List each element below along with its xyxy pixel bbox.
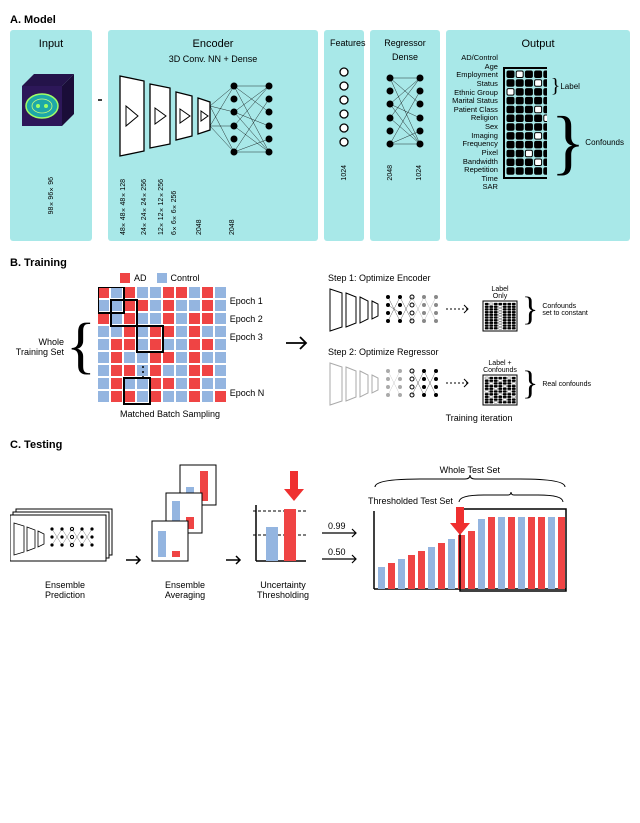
training-grid-svg — [98, 287, 228, 407]
epoch-3: Epoch 3 — [230, 332, 265, 342]
features-panel: Features 1024 — [324, 30, 364, 241]
const-label: Confounds set to constant — [542, 303, 588, 317]
dim-r1: 2048 — [387, 165, 394, 181]
dim-c4: 6×6×6×256 — [171, 179, 178, 235]
out-2: Employment Status — [452, 71, 498, 88]
step2-net — [328, 357, 478, 411]
arrow-icon — [98, 30, 102, 170]
dim-feat: 1024 — [341, 165, 348, 181]
section-c-label: C. Testing — [10, 439, 630, 451]
features-svg — [330, 52, 358, 162]
features-title: Features — [330, 38, 358, 48]
output-list: AD/Control Age Employment Status Ethnic … — [452, 54, 498, 192]
arrow-icon — [226, 480, 244, 600]
regressor-panel: Regressor Dense 2048 1024 — [370, 30, 440, 241]
uncertainty-caption: Uncertainty Thresholding — [250, 580, 316, 600]
encoder-title: Encoder — [114, 38, 312, 50]
brace-top — [370, 475, 570, 489]
brace-inner — [456, 492, 566, 504]
panel-a-row: Input 98×96×96 Encoder 3D Conv. NN + Den… — [10, 30, 630, 241]
out-8: Imaging Frequency — [452, 132, 498, 149]
avg-bars — [150, 455, 220, 575]
arrow-icon — [126, 480, 144, 600]
label-text: Label — [560, 82, 580, 91]
iter-caption: Training iteration — [328, 413, 630, 423]
mini-out-1 — [482, 300, 518, 332]
encoder-panel: Encoder 3D Conv. NN + Dense — [108, 30, 318, 241]
whole-test: Whole Test Set — [368, 465, 572, 475]
threshold-plot — [250, 455, 316, 575]
mini-out-2 — [482, 374, 518, 406]
th-low: 0.50 — [328, 547, 346, 557]
epoch-1: Epoch 1 — [230, 296, 265, 306]
legend-ad: AD — [134, 273, 147, 283]
input-cube — [16, 54, 86, 174]
thresh-test: Thresholded Test Set — [368, 496, 453, 506]
real-conf: Real confounds — [542, 381, 591, 388]
output-grid-svg — [503, 67, 547, 179]
regressor-svg — [376, 64, 434, 162]
step2-label: Step 2: Optimize Regressor — [328, 347, 630, 357]
regressor-sub: Dense — [376, 52, 434, 62]
regressor-title: Regressor — [376, 38, 434, 48]
out-9: Pixel Bandwidth — [452, 149, 498, 166]
dim-c3: 12×12×12×256 — [158, 179, 165, 235]
th-high: 0.99 — [328, 521, 346, 531]
encoder-sub: 3D Conv. NN + Dense — [114, 54, 312, 64]
dim-c1: 48×48×48×128 — [120, 179, 127, 235]
dim-d2: 2048 — [229, 179, 236, 235]
dim-c2: 24×24×24×256 — [141, 179, 148, 235]
panel-b: AD Control Whole Training Set { Epoch 1 — [10, 273, 630, 423]
dim-r2: 1024 — [416, 165, 423, 181]
label-conf: Label + Confounds — [482, 360, 518, 374]
step1-label: Step 1: Optimize Encoder — [328, 273, 630, 283]
output-panel: Output AD/Control Age Employment Status … — [446, 30, 630, 241]
whole-training: Whole Training Set — [10, 337, 64, 357]
step1-net — [328, 283, 478, 337]
arrow-icon: 0.99 0.50 — [322, 477, 362, 597]
section-a-label: A. Model — [10, 14, 630, 26]
output-title: Output — [452, 38, 624, 50]
dim-input: 98×96×96 — [48, 177, 55, 214]
out-11: SAR — [452, 183, 498, 192]
matched-caption: Matched Batch Sampling — [70, 409, 270, 419]
out-10: Repetition Time — [452, 166, 498, 183]
panel-c: Ensemble Prediction Ensemble Averaging — [10, 455, 630, 600]
label-only: Label Only — [482, 286, 518, 300]
epoch-n: Epoch N — [230, 388, 265, 398]
ensemble-pred-caption: Ensemble Prediction — [10, 580, 120, 600]
confounds-text: Confounds — [585, 138, 624, 147]
encoder-svg — [114, 66, 312, 176]
arrow-icon — [286, 273, 312, 413]
section-b-label: B. Training — [10, 257, 630, 269]
dim-d1: 2048 — [196, 179, 203, 235]
input-title: Input — [16, 38, 86, 50]
input-panel: Input 98×96×96 — [10, 30, 92, 241]
epoch-2: Epoch 2 — [230, 314, 265, 324]
ensemble-avg-caption: Ensemble Averaging — [150, 580, 220, 600]
ensemble-nets — [10, 455, 120, 575]
testset-bars — [370, 507, 570, 597]
legend-control: Control — [171, 273, 200, 283]
